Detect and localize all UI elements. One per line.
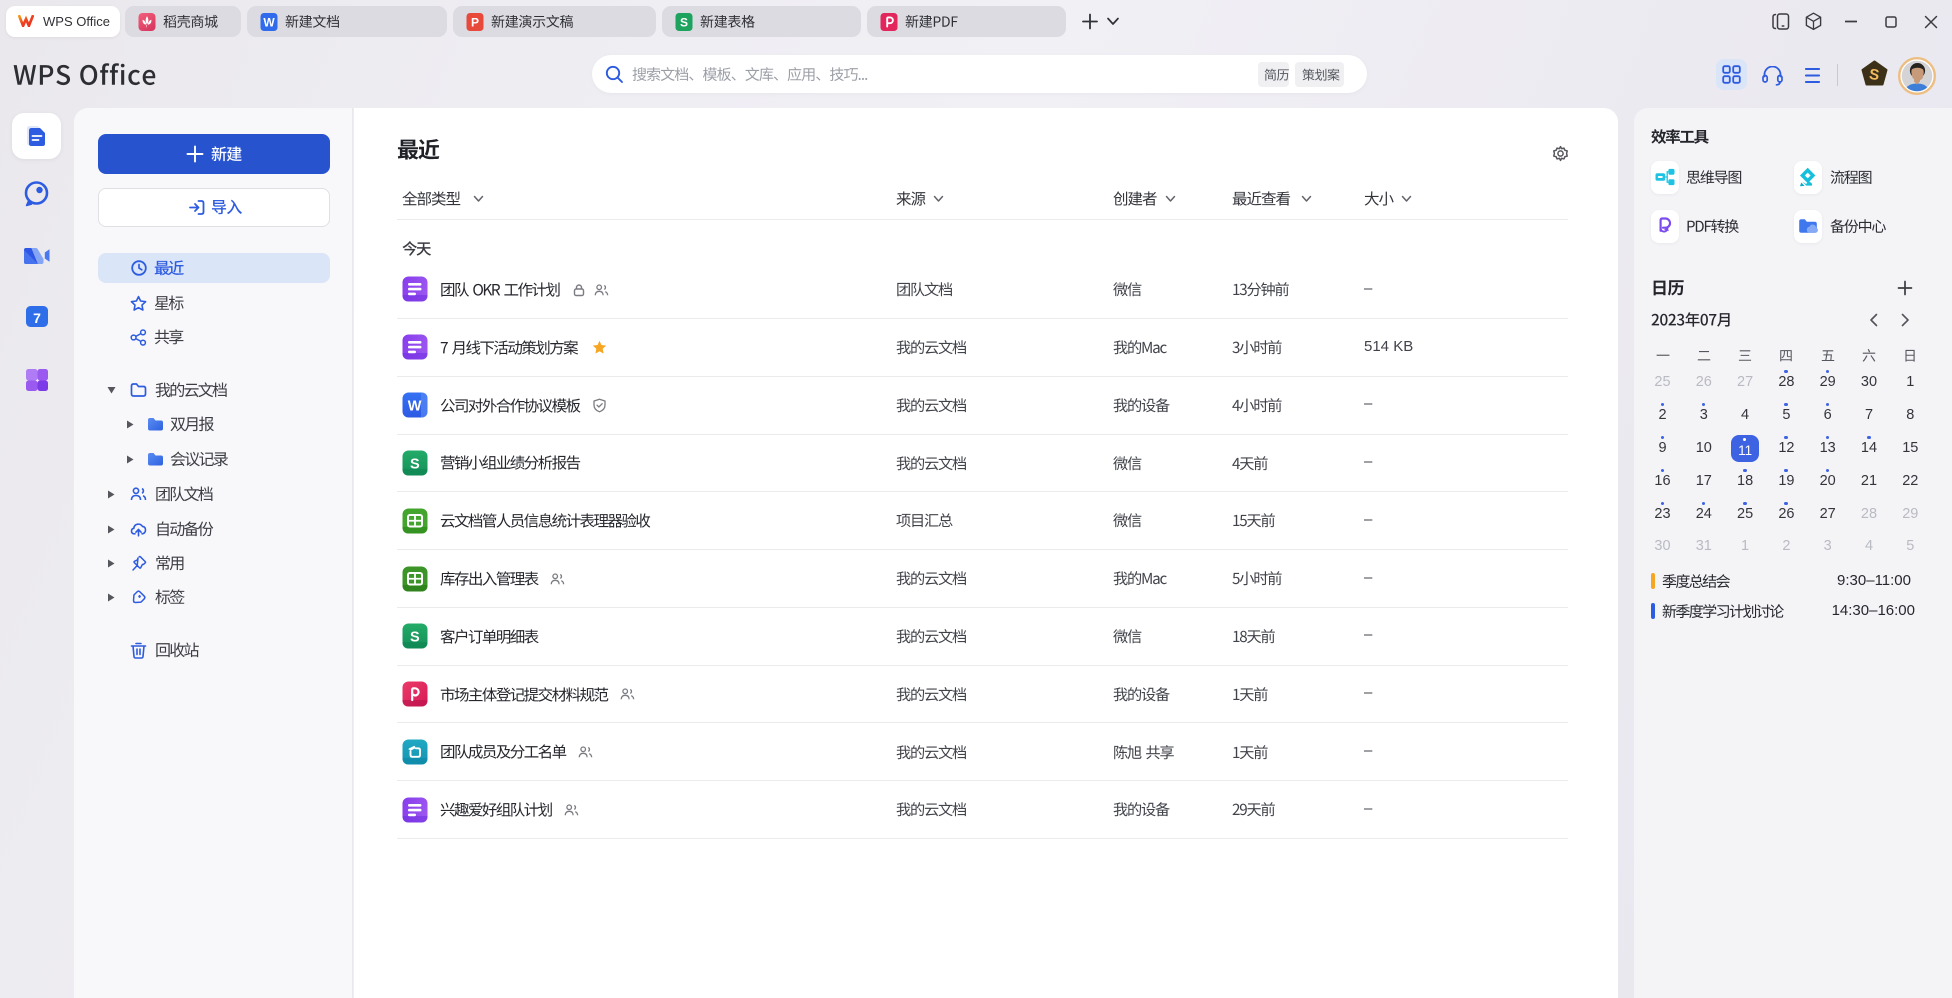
svg-text:7: 7: [33, 310, 41, 326]
svg-text:S: S: [410, 629, 420, 645]
svg-text:P: P: [471, 15, 479, 29]
svg-text:W: W: [263, 15, 275, 29]
svg-text:W: W: [408, 398, 422, 414]
svg-text:S: S: [680, 15, 688, 29]
svg-text:S: S: [410, 456, 420, 472]
